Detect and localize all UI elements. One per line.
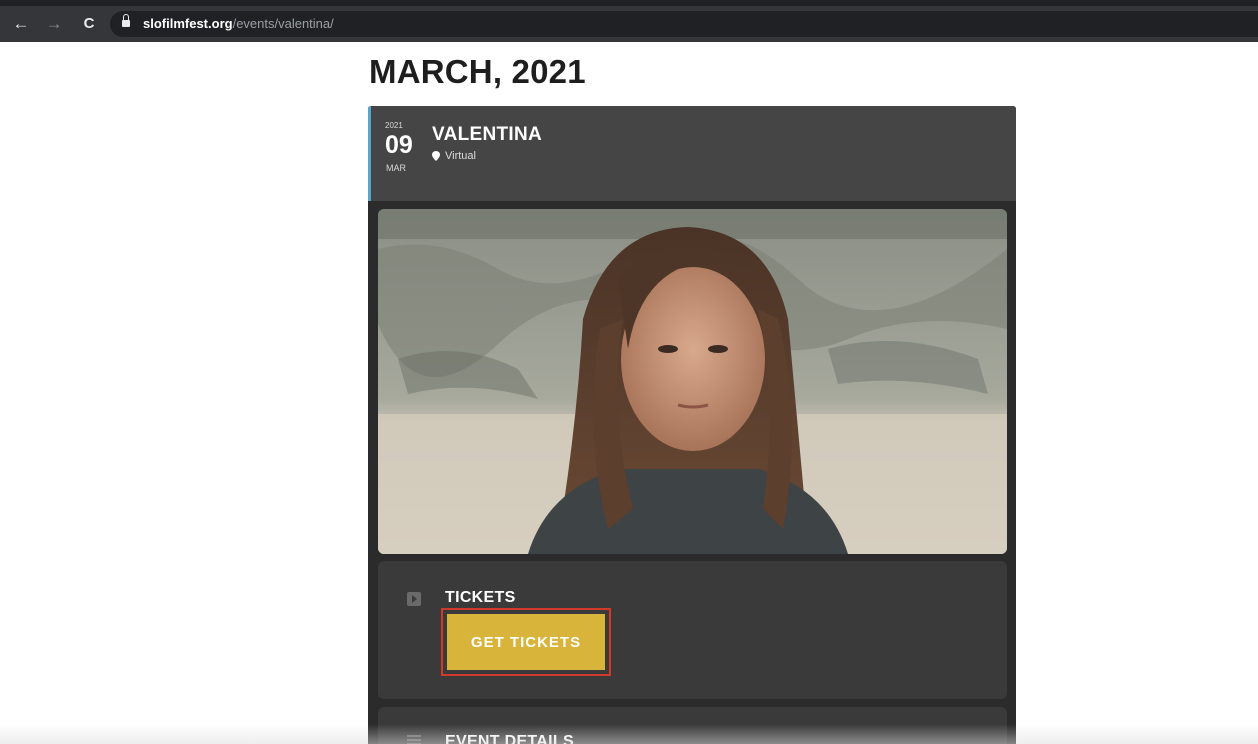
date-year: 2021 bbox=[385, 121, 403, 130]
forward-icon[interactable]: → bbox=[42, 12, 66, 36]
lock-icon[interactable] bbox=[122, 14, 130, 27]
browser-toolbar: ← → C slofilmfest.org/events/valentina/ bbox=[0, 6, 1258, 42]
url-text[interactable]: slofilmfest.org/events/valentina/ bbox=[143, 16, 334, 32]
back-icon[interactable]: ← bbox=[9, 12, 33, 36]
date-month: MAR bbox=[386, 163, 406, 173]
event-header: 2021 09 MAR VALENTINA Virtual bbox=[368, 106, 1016, 201]
reload-icon[interactable]: C bbox=[77, 12, 101, 36]
url-host: slofilmfest.org bbox=[143, 16, 233, 31]
date-day: 09 bbox=[385, 131, 413, 159]
highlight-box: GET TICKETS bbox=[441, 608, 611, 676]
url-path: /events/valentina/ bbox=[232, 16, 334, 31]
venue-label: Virtual bbox=[445, 150, 476, 162]
event-details-title: EVENT DETAILS bbox=[445, 733, 574, 744]
event-details-panel[interactable]: EVENT DETAILS bbox=[378, 707, 1007, 744]
event-title[interactable]: VALENTINA bbox=[432, 124, 542, 146]
play-icon bbox=[407, 592, 421, 606]
event-venue: Virtual bbox=[432, 150, 476, 162]
film-still-image bbox=[378, 209, 1007, 554]
get-tickets-button[interactable]: GET TICKETS bbox=[447, 614, 605, 670]
tickets-title: TICKETS bbox=[445, 589, 516, 606]
menu-icon bbox=[407, 735, 421, 744]
address-bar[interactable]: slofilmfest.org/events/valentina/ bbox=[110, 11, 1258, 37]
month-heading: MARCH, 2021 bbox=[369, 53, 586, 90]
tickets-panel: TICKETS GET TICKETS bbox=[378, 561, 1007, 699]
event-card: 2021 09 MAR VALENTINA Virtual TICKETS GE… bbox=[368, 106, 1016, 744]
location-pin-icon bbox=[432, 151, 440, 161]
